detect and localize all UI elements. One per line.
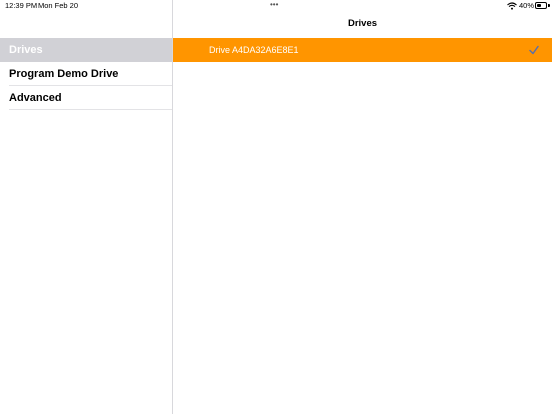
battery-icon <box>535 2 547 9</box>
main-content: Drives Drive A4DA32A6E8E1 <box>173 0 552 414</box>
battery-fill <box>537 4 541 7</box>
sidebar-list: Drives Program Demo Drive Advanced <box>0 38 172 110</box>
drive-row[interactable]: Drive A4DA32A6E8E1 <box>173 38 552 62</box>
page-title: Drives <box>347 18 378 29</box>
sidebar-item-advanced[interactable]: Advanced <box>0 86 172 110</box>
sidebar: Drives Program Demo Drive Advanced <box>0 0 173 414</box>
status-date: Mon Feb 20 <box>38 1 79 10</box>
battery-tip <box>548 4 550 7</box>
status-time: 12:39 PM <box>5 1 38 10</box>
sidebar-item-program-demo-drive[interactable]: Program Demo Drive <box>0 62 172 86</box>
status-bar: 12:39 PM Mon Feb 20 ••• 40% <box>0 0 552 12</box>
wifi-icon <box>507 2 517 10</box>
sidebar-item-drives[interactable]: Drives <box>0 38 172 62</box>
multitasking-dots-icon[interactable]: ••• <box>270 0 278 9</box>
sidebar-item-label: Advanced <box>9 92 62 104</box>
sidebar-item-label: Program Demo Drive <box>9 68 119 80</box>
battery-percentage: 40% <box>519 1 535 10</box>
checkmark-icon <box>529 45 539 55</box>
sidebar-item-label: Drives <box>9 44 43 56</box>
drive-label: Drive A4DA32A6E8E1 <box>209 45 299 55</box>
